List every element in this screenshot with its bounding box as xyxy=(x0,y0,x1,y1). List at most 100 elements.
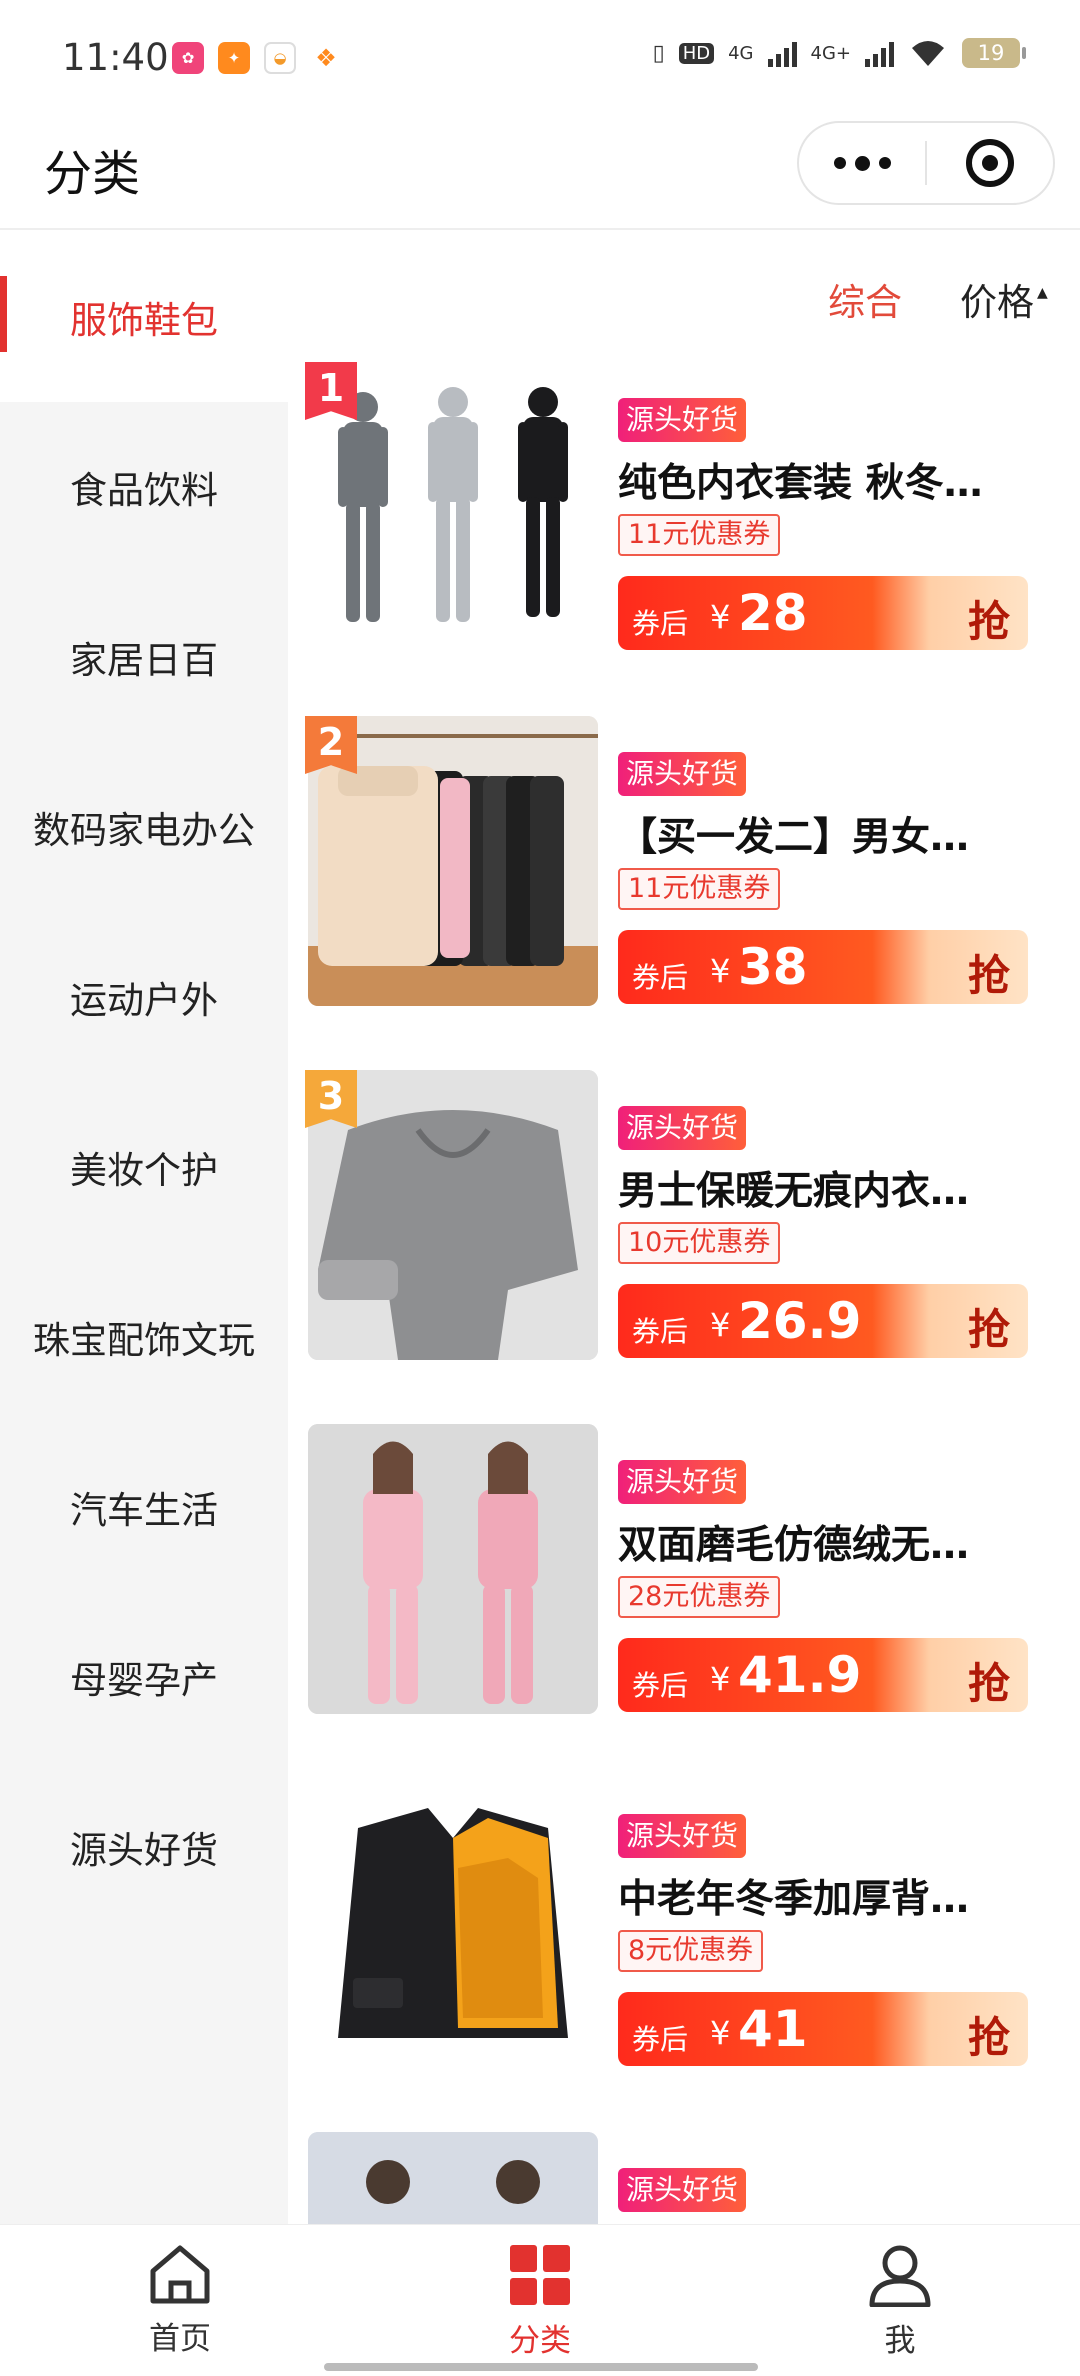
product-title: 男士保暖无痕内衣… xyxy=(618,1169,970,1214)
app-notification-icon: ✦ xyxy=(218,42,250,74)
page-title: 分类 xyxy=(44,146,141,202)
grab-label: 抢 xyxy=(967,2013,1010,2062)
system-status: ▯ HD 4G 4G+ 19 xyxy=(652,38,1026,68)
sort-price-tab[interactable]: 价格 ▲ xyxy=(960,272,1048,326)
sidebar-item-baby[interactable]: 母婴孕产 xyxy=(0,1592,288,1762)
status-bar: 11:40 ✿ ✦ ◒ ❖ ▯ HD 4G 4G+ 19 xyxy=(0,0,1080,112)
more-dots-icon xyxy=(854,155,870,171)
product-list: 1 源头好货 纯色内衣套装 秋冬… 11元优惠券 券后 ¥ 28 抢 2 源头好… xyxy=(288,362,1080,2224)
grab-label: 抢 xyxy=(967,1659,1010,1708)
buy-button[interactable]: 券后 ¥ 28 抢 xyxy=(618,576,1028,650)
rank-badge: 2 xyxy=(305,716,357,774)
bottom-tab-bar: 首页 分类 我 xyxy=(0,2224,1080,2376)
product-title: 纯色内衣套装 秋冬… xyxy=(618,461,983,506)
product-card[interactable]: 源头好货 中老年冬季加厚背… 8元优惠券 券后 ¥ 41 抢 xyxy=(288,1778,1080,2132)
product-price: 28 xyxy=(738,584,808,642)
sidebar-item-apparel[interactable]: 服饰鞋包 xyxy=(0,232,288,402)
product-price: 41 xyxy=(738,2000,808,2058)
product-image xyxy=(308,1424,598,1714)
currency-symbol: ¥ xyxy=(710,1660,731,1698)
sort-arrow-icon: ▲ xyxy=(1037,285,1048,301)
product-card[interactable]: 1 源头好货 纯色内衣套装 秋冬… 11元优惠券 券后 ¥ 28 抢 xyxy=(288,362,1080,716)
after-coupon-label: 券后 xyxy=(632,1669,689,1702)
category-sidebar: 服饰鞋包 食品饮料 家居日百 数码家电办公 运动户外 美妆个护 珠宝配饰文玩 汽… xyxy=(0,232,288,2224)
product-title: 中老年冬季加厚背… xyxy=(618,1877,970,1922)
currency-symbol: ¥ xyxy=(710,1306,731,1344)
battery-icon: 19 xyxy=(962,38,1026,68)
more-dots-icon xyxy=(878,157,891,169)
tab-category[interactable]: 分类 xyxy=(460,2243,620,2360)
sidebar-item-food[interactable]: 食品饮料 xyxy=(0,402,288,572)
tab-category-label: 分类 xyxy=(509,2323,571,2359)
product-price: 26.9 xyxy=(738,1292,862,1350)
buy-button[interactable]: 券后 ¥ 26.9 抢 xyxy=(618,1284,1028,1358)
battery-level: 19 xyxy=(977,41,1005,65)
product-title: 【买一发二】男女… xyxy=(618,815,970,860)
product-card[interactable]: 源头好货 xyxy=(288,2132,1080,2224)
product-card[interactable]: 2 源头好货 【买一发二】男女… 11元优惠券 券后 ¥ 38 抢 xyxy=(288,716,1080,1070)
home-icon xyxy=(150,2245,210,2304)
sort-bar: 综合 价格 ▲ xyxy=(288,232,1080,362)
grab-label: 抢 xyxy=(967,1305,1010,1354)
target-icon xyxy=(965,139,1014,187)
buy-button[interactable]: 券后 ¥ 41 抢 xyxy=(618,1992,1028,2066)
product-image xyxy=(308,1778,598,2068)
sidebar-item-source-goods[interactable]: 源头好货 xyxy=(0,1762,288,1932)
source-goods-tag: 源头好货 xyxy=(618,1814,747,1858)
grab-label: 抢 xyxy=(967,597,1010,646)
app-notification-icon: ✿ xyxy=(172,42,204,74)
app-notification-icon: ❖ xyxy=(310,42,342,74)
product-title: 双面磨毛仿德绒无… xyxy=(618,1523,970,1568)
vibrate-icon: ▯ xyxy=(652,40,665,66)
sidebar-item-beauty[interactable]: 美妆个护 xyxy=(0,1082,288,1252)
after-coupon-label: 券后 xyxy=(632,961,689,994)
profile-icon xyxy=(869,2245,931,2307)
product-price: 41.9 xyxy=(738,1646,862,1704)
product-price: 38 xyxy=(738,938,808,996)
more-menu-button[interactable] xyxy=(799,123,925,203)
coupon-badge: 11元优惠券 xyxy=(618,868,781,910)
grab-label: 抢 xyxy=(967,951,1010,1000)
sort-price-label: 价格 xyxy=(960,281,1034,324)
more-dots-icon xyxy=(833,157,846,169)
sidebar-item-electronics[interactable]: 数码家电办公 xyxy=(0,742,288,912)
coupon-badge: 28元优惠券 xyxy=(618,1576,781,1618)
product-card[interactable]: 源头好货 双面磨毛仿德绒无… 28元优惠券 券后 ¥ 41.9 抢 xyxy=(288,1424,1080,1778)
miniprogram-capsule xyxy=(797,121,1055,205)
product-card[interactable]: 3 源头好货 男士保暖无痕内衣… 10元优惠券 券后 ¥ 26.9 抢 xyxy=(288,1070,1080,1424)
coupon-badge: 10元优惠券 xyxy=(618,1222,781,1264)
buy-button[interactable]: 券后 ¥ 38 抢 xyxy=(618,930,1028,1004)
close-miniprogram-button[interactable] xyxy=(927,123,1053,203)
after-coupon-label: 券后 xyxy=(632,1315,689,1348)
sidebar-item-home[interactable]: 家居日百 xyxy=(0,572,288,742)
tab-profile[interactable]: 我 xyxy=(820,2243,980,2360)
sidebar-item-auto[interactable]: 汽车生活 xyxy=(0,1422,288,1592)
after-coupon-label: 券后 xyxy=(632,2023,689,2056)
wifi-icon xyxy=(912,41,944,66)
signal-icon xyxy=(767,39,797,67)
sidebar-item-sports[interactable]: 运动户外 xyxy=(0,912,288,1082)
after-coupon-label: 券后 xyxy=(632,607,689,640)
buy-button[interactable]: 券后 ¥ 41.9 抢 xyxy=(618,1638,1028,1712)
source-goods-tag: 源头好货 xyxy=(618,1106,747,1150)
coupon-badge: 8元优惠券 xyxy=(618,1930,764,1972)
source-goods-tag: 源头好货 xyxy=(618,398,747,442)
tab-home[interactable]: 首页 xyxy=(100,2243,260,2358)
hd-icon: HD xyxy=(678,42,715,64)
product-image xyxy=(308,2132,598,2224)
coupon-badge: 11元优惠券 xyxy=(618,514,781,556)
app-notification-icon: ◒ xyxy=(264,42,296,74)
network-label-1: 4G xyxy=(728,42,754,64)
sort-default-tab[interactable]: 综合 xyxy=(828,272,902,326)
currency-symbol: ¥ xyxy=(710,2014,731,2052)
category-grid-icon xyxy=(510,2245,570,2305)
tab-profile-label: 我 xyxy=(884,2323,916,2359)
sidebar-item-jewelry[interactable]: 珠宝配饰文玩 xyxy=(0,1252,288,1422)
source-goods-tag: 源头好货 xyxy=(618,2168,747,2212)
currency-symbol: ¥ xyxy=(710,952,731,990)
tab-home-label: 首页 xyxy=(149,2321,211,2357)
rank-badge: 1 xyxy=(305,362,357,420)
currency-symbol: ¥ xyxy=(710,598,731,636)
source-goods-tag: 源头好货 xyxy=(618,752,747,796)
home-indicator[interactable] xyxy=(324,2363,758,2371)
